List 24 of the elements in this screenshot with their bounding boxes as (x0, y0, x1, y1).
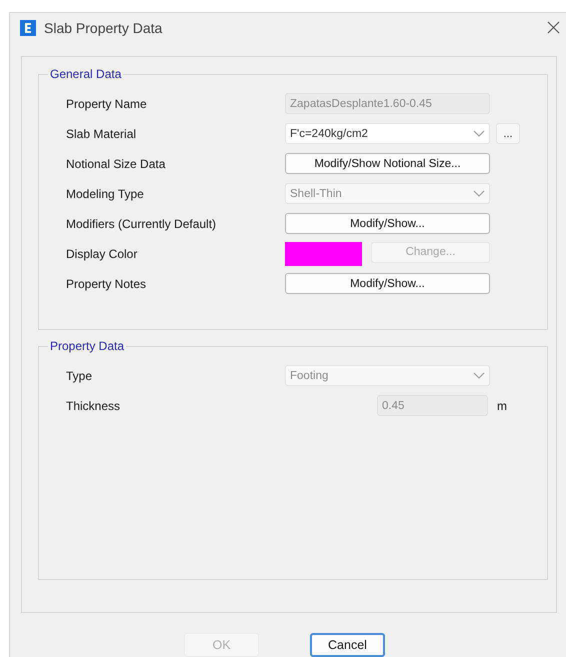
group-title: General Data (48, 66, 124, 81)
field-label: Property Notes (66, 276, 148, 291)
field-label: Property Name (66, 96, 148, 111)
dialog-button[interactable]: Cancel (310, 633, 385, 657)
field-label: Slab Material (66, 126, 138, 141)
window-title: Slab Property Data (44, 20, 164, 36)
chevron-icon (473, 372, 485, 380)
field-label: Display Color (66, 246, 138, 261)
modify-button[interactable]: Modify/Show Notional Size... (285, 153, 490, 174)
dropdown[interactable]: F'c=240kg/cm2 (285, 123, 490, 144)
field-label: Thickness (66, 398, 122, 413)
unit-label: m (497, 398, 508, 413)
browse-button[interactable]: ... (496, 123, 520, 144)
group-title: Property Data (48, 338, 126, 353)
modify-button[interactable]: Modify/Show... (285, 273, 490, 294)
close-icon[interactable] (547, 21, 560, 34)
field-label: Type (66, 368, 94, 383)
chevron-icon (473, 190, 485, 198)
field-label: Modeling Type (66, 186, 145, 201)
modify-button[interactable]: Modify/Show... (285, 213, 490, 234)
field-label: Notional Size Data (66, 156, 166, 171)
app-logo-icon (20, 20, 36, 36)
chevron-icon (473, 130, 485, 138)
field-label: Modifiers (Currently Default) (66, 216, 218, 231)
